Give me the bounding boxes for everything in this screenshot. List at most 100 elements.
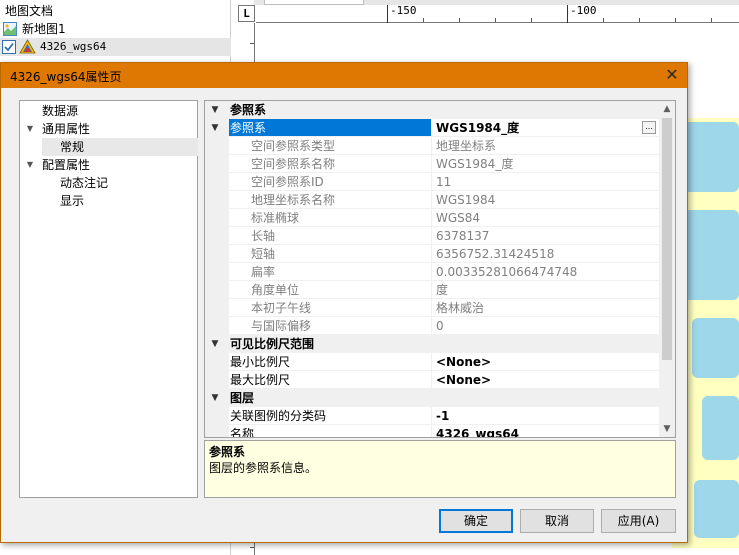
nav-item-dynamic-labels[interactable]: 动态注记	[60, 174, 108, 192]
chevron-down-icon[interactable]: ▼	[209, 101, 221, 119]
ruler-minor-tick	[711, 18, 712, 22]
row-margin	[205, 371, 229, 389]
nav-item-general[interactable]: 常规	[42, 138, 198, 156]
prop-row-major-axis[interactable]: 长轴 6378137	[205, 227, 659, 245]
ruler-label: -100	[570, 4, 597, 17]
prop-name: 标准椭球	[229, 209, 431, 227]
ruler-minor-tick	[423, 18, 424, 22]
property-page-tree: 数据源 ▼ 通用属性 常规 ▼ 配置属性 动态注记 显示	[19, 100, 198, 498]
ruler-tick	[567, 5, 568, 23]
category-visible-scale-range[interactable]: ▼ 可见比例尺范围	[205, 335, 659, 353]
chevron-down-icon[interactable]: ▼	[25, 156, 35, 174]
prop-row-legend-class[interactable]: 关联图例的分类码 -1	[205, 407, 659, 425]
category-label: 参照系	[230, 103, 267, 117]
property-grid: ▼ 参照系 ▼ 参照系 WGS1984_度 ... 空间参照系类型 地理坐标系 …	[204, 100, 676, 438]
row-margin	[205, 173, 229, 191]
category-spatial-reference[interactable]: ▼ 参照系	[205, 101, 659, 119]
apply-button[interactable]: 应用(A)	[601, 509, 676, 533]
checkbox-icon[interactable]	[2, 40, 16, 54]
prop-name: 本初子午线	[229, 299, 431, 317]
prop-value: WGS1984	[432, 191, 659, 209]
nav-item-display[interactable]: 显示	[60, 192, 84, 210]
layer-properties-dialog: 4326_wgs64属性页 ✕ 数据源 ▼ 通用属性 常规 ▼ 配置属性 动态注…	[0, 62, 688, 543]
property-description: 参照系 图层的参照系信息。	[204, 440, 676, 498]
ok-button[interactable]: 确定	[439, 509, 513, 533]
row-margin	[205, 191, 229, 209]
ruler-minor-tick	[250, 547, 254, 548]
property-grid-scrollbar[interactable]: ▲ ▼	[659, 101, 675, 437]
prop-row-prime-meridian[interactable]: 本初子午线 格林威治	[205, 299, 659, 317]
chevron-down-icon[interactable]: ▼	[209, 335, 221, 353]
prop-name: 空间参照系名称	[229, 155, 431, 173]
dialog-title: 4326_wgs64属性页	[10, 70, 122, 84]
nav-item-data-source[interactable]: 数据源	[42, 102, 78, 120]
prop-row-flattening[interactable]: 扁率 0.00335281066474748	[205, 263, 659, 281]
dialog-titlebar[interactable]: 4326_wgs64属性页 ✕	[1, 63, 687, 88]
nav-item-config-properties[interactable]: 配置属性	[42, 156, 90, 174]
ruler-minor-tick	[250, 43, 254, 44]
nav-item-general-properties[interactable]: 通用属性	[42, 120, 90, 138]
prop-row-srs-name[interactable]: 空间参照系名称 WGS1984_度	[205, 155, 659, 173]
tree-item-label: 4326_wgs64	[40, 40, 107, 53]
prop-row-spatial-reference[interactable]: ▼ 参照系 WGS1984_度 ...	[205, 119, 659, 137]
prop-value[interactable]: WGS1984_度	[432, 119, 659, 137]
ruler-minor-tick	[639, 18, 640, 22]
scroll-down-icon[interactable]: ▼	[659, 421, 675, 437]
map-landmass	[692, 318, 739, 378]
description-text: 图层的参照系信息。	[209, 461, 318, 475]
row-margin	[205, 263, 229, 281]
ruler-minor-tick	[603, 18, 604, 22]
prop-value: 度	[432, 281, 659, 299]
row-margin	[205, 245, 229, 263]
prop-row-intl-offset[interactable]: 与国际偏移 0	[205, 317, 659, 335]
category-label: 图层	[230, 391, 255, 405]
cancel-button[interactable]: 取消	[520, 509, 594, 533]
prop-value: 6378137	[432, 227, 659, 245]
prop-value[interactable]: -1	[432, 407, 659, 425]
prop-name: 参照系	[229, 119, 431, 137]
prop-name: 空间参照系类型	[229, 137, 431, 155]
prop-row-minor-axis[interactable]: 短轴 6356752.31424518	[205, 245, 659, 263]
prop-name: 短轴	[229, 245, 431, 263]
row-margin	[205, 155, 229, 173]
ruler-minor-tick	[675, 18, 676, 22]
prop-row-min-scale[interactable]: 最小比例尺 <None>	[205, 353, 659, 371]
prop-row-ellipsoid[interactable]: 标准椭球 WGS84	[205, 209, 659, 227]
chevron-down-icon[interactable]: ▼	[209, 389, 221, 407]
ruler-tick	[387, 5, 388, 23]
map-landmass	[702, 396, 739, 460]
row-margin	[205, 317, 229, 335]
row-margin	[205, 353, 229, 371]
prop-row-angle-unit[interactable]: 角度单位 度	[205, 281, 659, 299]
prop-row-geo-cs-name[interactable]: 地理坐标系名称 WGS1984	[205, 191, 659, 209]
prop-value[interactable]: <None>	[432, 371, 659, 389]
chevron-down-icon[interactable]: ▼	[25, 120, 35, 138]
ellipsis-button[interactable]: ...	[642, 121, 656, 134]
ruler-minor-tick	[531, 18, 532, 22]
prop-name: 名称	[229, 425, 431, 437]
prop-row-srs-type[interactable]: 空间参照系类型 地理坐标系	[205, 137, 659, 155]
chevron-down-icon[interactable]: ▼	[209, 119, 221, 137]
category-layer[interactable]: ▼ 图层	[205, 389, 659, 407]
ruler-label: -150	[390, 4, 417, 17]
scrollbar-thumb[interactable]	[662, 118, 672, 360]
tree-item-label: 新地图1	[22, 22, 66, 36]
prop-value[interactable]: 4326_wgs64	[432, 425, 659, 437]
prop-row-layer-name[interactable]: 名称 4326_wgs64	[205, 425, 659, 437]
map-landmass	[694, 480, 739, 538]
tree-item-layer[interactable]: 4326_wgs64	[0, 38, 231, 56]
row-margin	[205, 425, 229, 437]
prop-value: 0.00335281066474748	[432, 263, 659, 281]
prop-row-srs-id[interactable]: 空间参照系ID 11	[205, 173, 659, 191]
prop-name: 角度单位	[229, 281, 431, 299]
prop-value[interactable]: <None>	[432, 353, 659, 371]
ruler-corner-button[interactable]: L	[238, 5, 255, 22]
prop-name: 关联图例的分类码	[229, 407, 431, 425]
map-landmass	[684, 210, 739, 300]
ruler-minor-tick	[459, 18, 460, 22]
prop-row-max-scale[interactable]: 最大比例尺 <None>	[205, 371, 659, 389]
prop-value: 6356752.31424518	[432, 245, 659, 263]
close-icon[interactable]: ✕	[663, 66, 681, 84]
prop-value: 格林威治	[432, 299, 659, 317]
scroll-up-icon[interactable]: ▲	[659, 101, 675, 117]
